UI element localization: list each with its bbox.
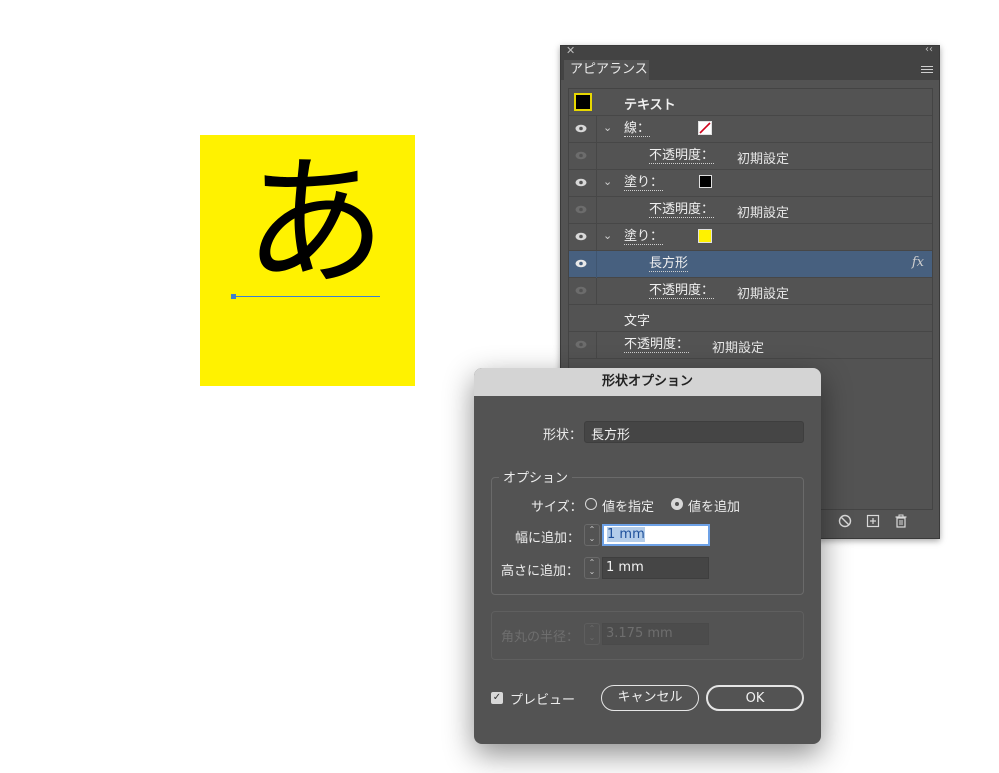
artwork-glyph: あ bbox=[244, 141, 386, 306]
eye-icon[interactable] bbox=[575, 286, 587, 295]
shape-label: 形状： bbox=[543, 428, 583, 443]
fx-icon[interactable]: fx bbox=[912, 255, 924, 270]
size-label: サイズ： bbox=[531, 500, 583, 515]
tab-appearance[interactable]: アピアランス bbox=[564, 60, 649, 80]
panel-tabbar: アピアランス bbox=[561, 60, 939, 80]
list-item-opacity[interactable]: 不透明度： 初期設定 bbox=[569, 143, 932, 170]
row-label[interactable]: 塗り： bbox=[624, 175, 664, 191]
eye-icon[interactable] bbox=[575, 151, 587, 160]
stroke-none-swatch[interactable] bbox=[698, 121, 712, 135]
height-label: 高さに追加： bbox=[501, 564, 580, 579]
list-item-fill[interactable]: ⌄ 塗り： bbox=[569, 170, 932, 197]
row-label: テキスト bbox=[624, 98, 676, 113]
collapse-icon[interactable]: ‹‹ bbox=[925, 44, 933, 55]
chevron-down-icon[interactable]: ⌄ bbox=[603, 229, 612, 242]
trash-icon[interactable] bbox=[894, 514, 908, 528]
close-icon[interactable]: ✕ bbox=[566, 44, 575, 57]
radio-specify-label[interactable]: 値を指定 bbox=[602, 496, 654, 515]
artwork-text-object[interactable]: あ bbox=[200, 135, 415, 386]
eye-icon[interactable] bbox=[575, 205, 587, 214]
text-anchor-point[interactable] bbox=[231, 294, 236, 299]
chevron-down-icon: ⌄ bbox=[591, 423, 601, 436]
row-label[interactable]: 不透明度： bbox=[649, 148, 715, 164]
corner-radius-input: 3.175 mm bbox=[602, 623, 709, 645]
clear-appearance-icon[interactable] bbox=[838, 514, 852, 528]
width-input[interactable]: 1 mm bbox=[602, 524, 710, 546]
row-label[interactable]: 不透明度： bbox=[649, 283, 715, 299]
panel-menu-icon[interactable] bbox=[921, 64, 933, 75]
radio-add-label[interactable]: 値を追加 bbox=[688, 496, 740, 515]
list-item-opacity[interactable]: 不透明度： 初期設定 bbox=[569, 278, 932, 305]
list-item-characters[interactable]: 文字 bbox=[569, 305, 932, 332]
row-label[interactable]: 長方形 bbox=[649, 256, 689, 272]
ok-button[interactable]: OK bbox=[706, 685, 804, 711]
preview-label[interactable]: プレビュー bbox=[510, 689, 575, 708]
chevron-down-icon[interactable]: ⌄ bbox=[603, 121, 612, 134]
text-color-swatch[interactable] bbox=[574, 93, 592, 111]
shape-options-dialog: 形状オプション 形状： 長方形 ⌄ オプション サイズ： 値を指定 値を追加 幅… bbox=[474, 368, 821, 744]
list-item-effect-rectangle[interactable]: 長方形 fx bbox=[569, 251, 932, 278]
fill-yellow-swatch[interactable] bbox=[698, 229, 712, 243]
row-label[interactable]: 塗り： bbox=[624, 229, 664, 245]
width-stepper[interactable]: ⌃ ⌄ bbox=[584, 524, 600, 546]
list-item-text[interactable]: テキスト bbox=[569, 89, 932, 116]
list-item-fill[interactable]: ⌄ 塗り： bbox=[569, 224, 932, 251]
eye-icon[interactable] bbox=[575, 340, 587, 349]
row-value: 初期設定 bbox=[737, 287, 790, 302]
options-legend: オプション bbox=[499, 467, 573, 486]
eye-icon[interactable] bbox=[575, 232, 587, 241]
fill-black-swatch[interactable] bbox=[699, 175, 712, 188]
radio-add-value[interactable] bbox=[671, 498, 683, 510]
row-label[interactable]: 不透明度： bbox=[624, 337, 690, 353]
panel-titlebar: ✕ ‹‹ bbox=[561, 44, 939, 60]
height-stepper[interactable]: ⌃ ⌄ bbox=[584, 557, 600, 579]
row-label[interactable]: 線： bbox=[624, 121, 651, 137]
text-baseline bbox=[233, 296, 380, 297]
row-value: 初期設定 bbox=[712, 341, 765, 356]
height-input[interactable]: 1 mm bbox=[602, 557, 709, 579]
shape-select[interactable]: 長方形 ⌄ bbox=[584, 421, 804, 443]
eye-icon[interactable] bbox=[575, 124, 587, 133]
list-item-stroke[interactable]: ⌄ 線： bbox=[569, 116, 932, 143]
row-label: 文字 bbox=[624, 314, 651, 329]
eye-icon[interactable] bbox=[575, 259, 587, 268]
chevron-down-icon[interactable]: ⌄ bbox=[603, 175, 612, 188]
width-label: 幅に追加： bbox=[515, 531, 581, 546]
corner-radius-label: 角丸の半径： bbox=[501, 630, 580, 645]
row-value: 初期設定 bbox=[737, 206, 790, 221]
list-item-opacity[interactable]: 不透明度： 初期設定 bbox=[569, 197, 932, 224]
row-label[interactable]: 不透明度： bbox=[649, 202, 715, 218]
list-item-opacity[interactable]: 不透明度： 初期設定 bbox=[569, 332, 932, 359]
radio-specify-value[interactable] bbox=[585, 498, 597, 510]
cancel-button[interactable]: キャンセル bbox=[601, 685, 699, 711]
duplicate-item-icon[interactable] bbox=[866, 514, 880, 528]
preview-checkbox[interactable]: ✓ bbox=[491, 692, 503, 704]
row-value: 初期設定 bbox=[737, 152, 790, 167]
corner-radius-stepper: ⌃ ⌄ bbox=[584, 623, 600, 645]
eye-icon[interactable] bbox=[575, 178, 587, 187]
dialog-title: 形状オプション bbox=[474, 368, 821, 396]
